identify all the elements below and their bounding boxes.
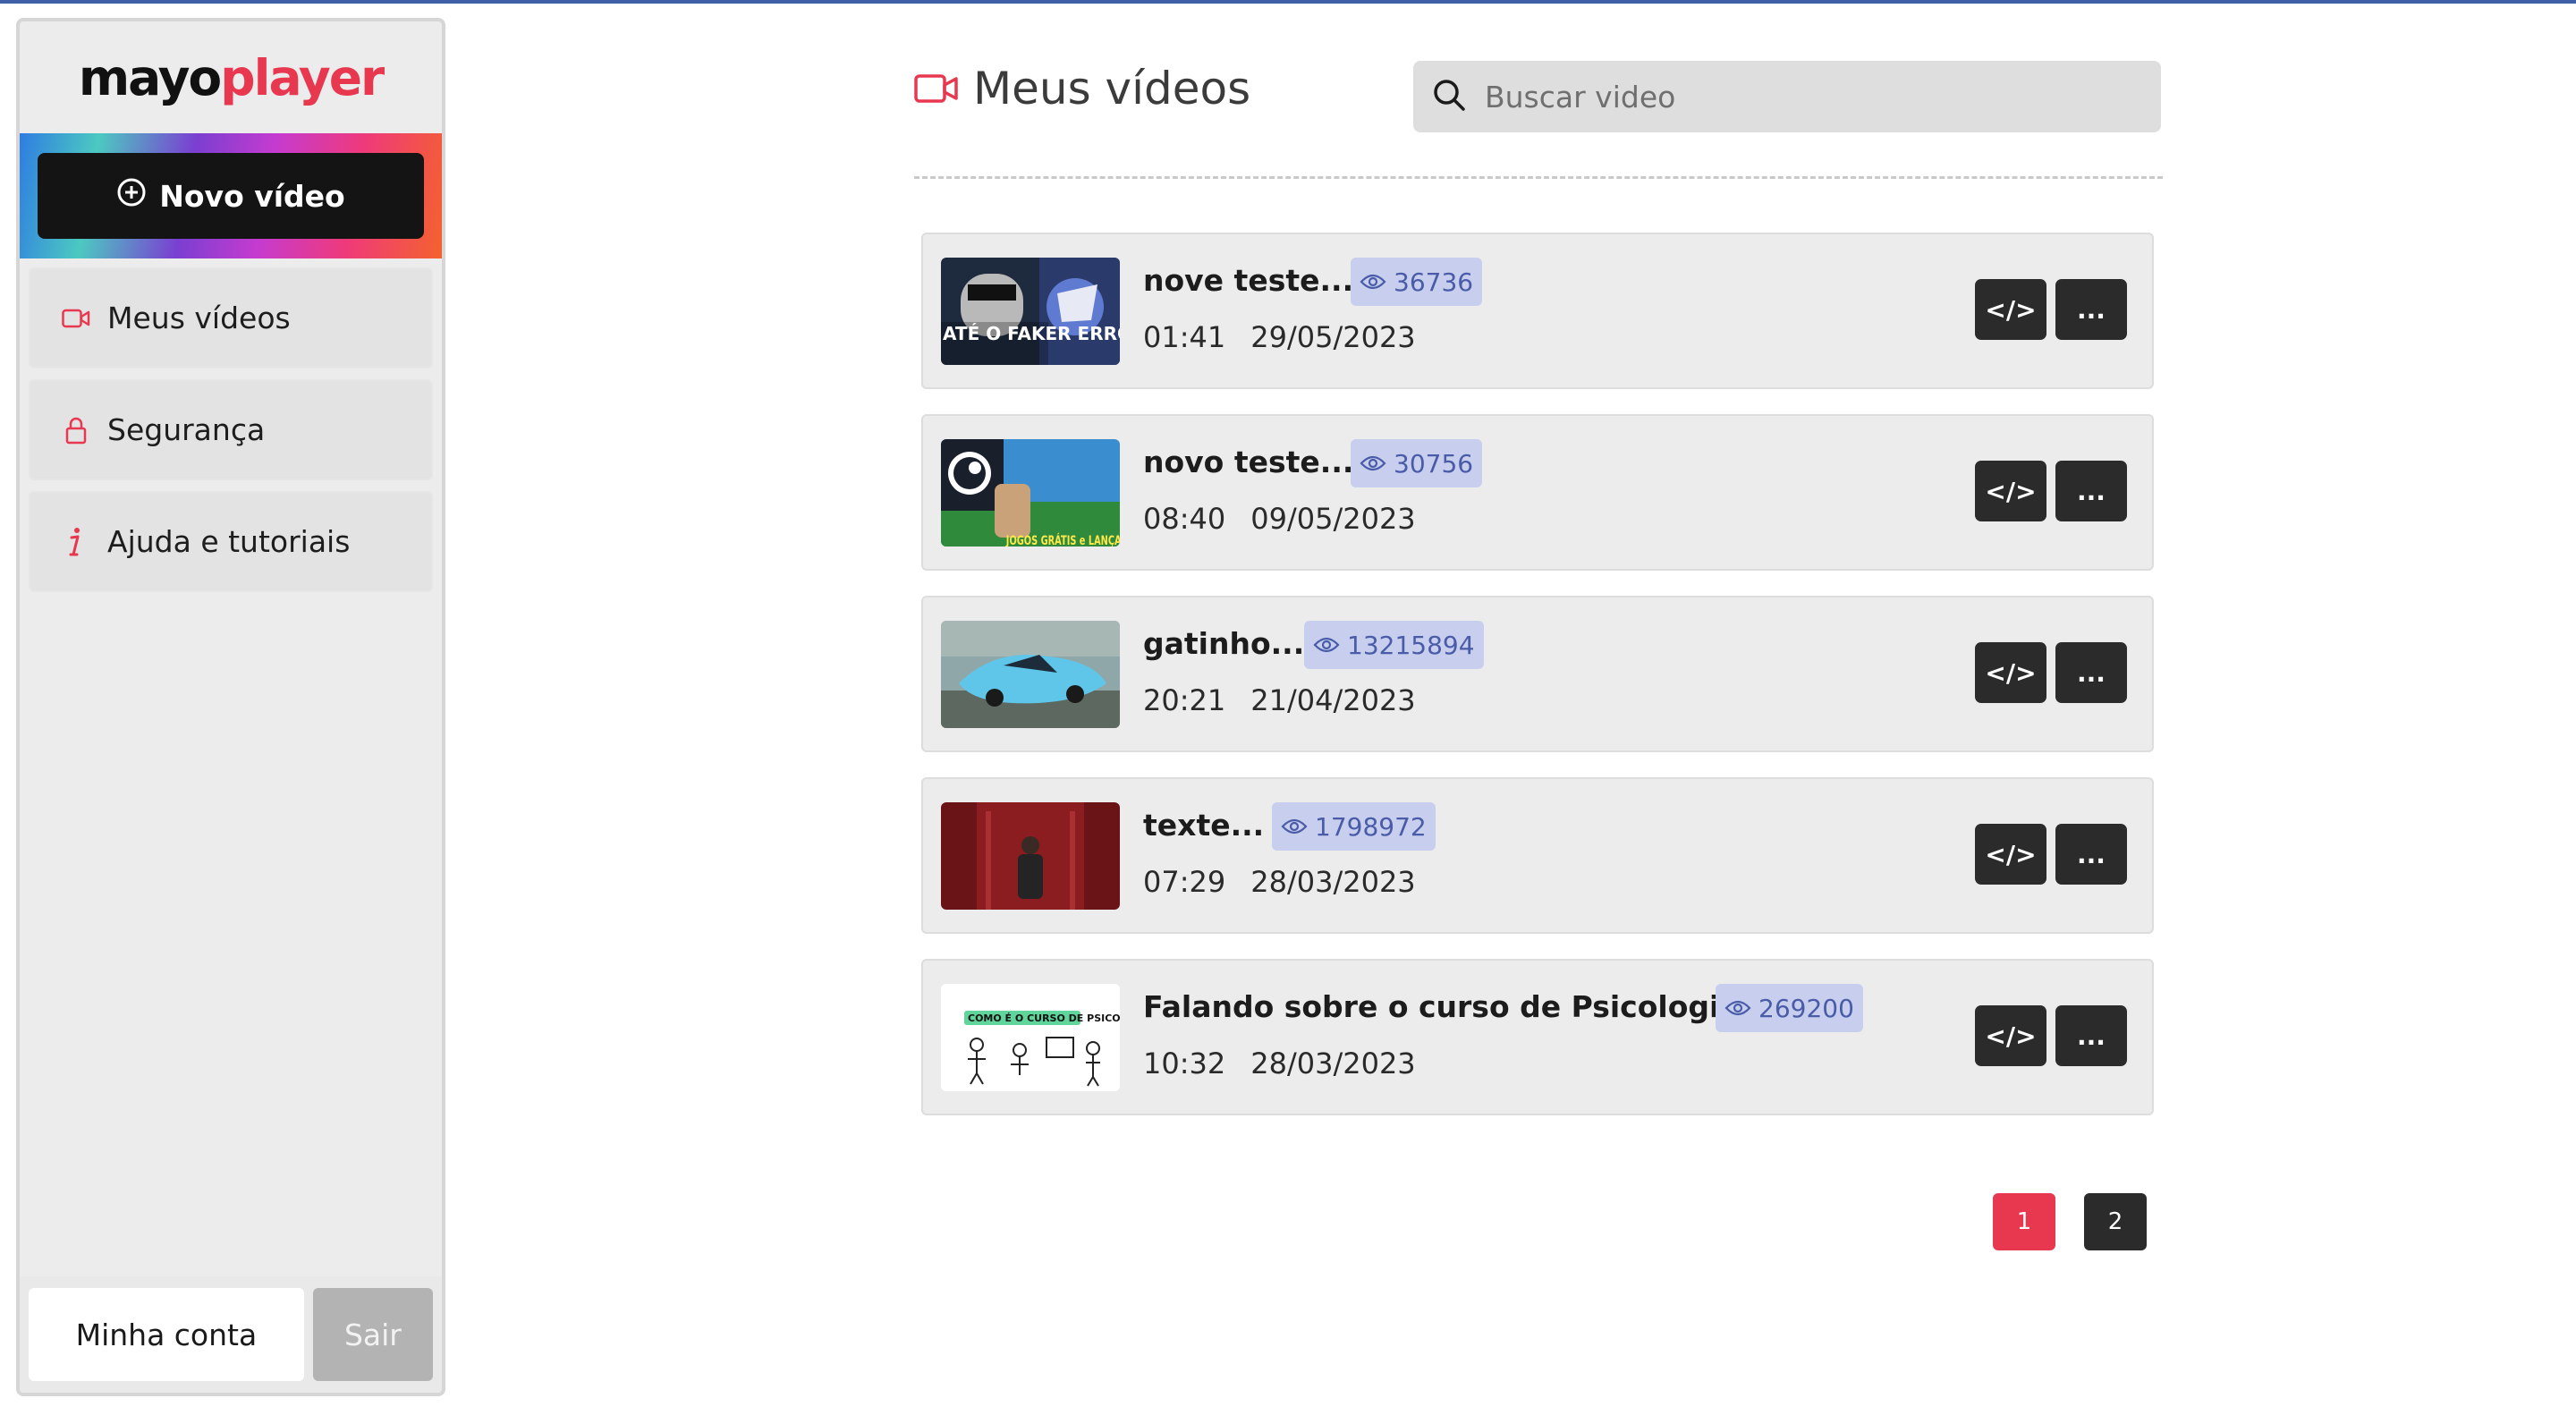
thumbnail-caption: JOGOS GRÁTIS e LANÇAMENTOS bbox=[1005, 532, 1120, 547]
embed-code-button[interactable]: </> bbox=[1975, 279, 2046, 340]
video-row[interactable]: COMO É O CURSO DE PSICOLOGIA? Falando so… bbox=[921, 959, 2154, 1115]
video-title[interactable]: nove teste... bbox=[1143, 263, 1353, 298]
video-thumbnail[interactable] bbox=[941, 802, 1120, 910]
video-camera-icon bbox=[61, 309, 91, 328]
video-duration: 01:41 bbox=[1143, 320, 1226, 354]
search-bar bbox=[1413, 61, 2161, 132]
sidebar-item-label: Segurança bbox=[107, 412, 266, 447]
thumbnail-caption: ATÉ O FAKER ERROU bbox=[943, 323, 1120, 344]
search-icon bbox=[1431, 77, 1467, 116]
embed-code-button[interactable]: </> bbox=[1975, 461, 2046, 521]
video-duration: 07:29 bbox=[1143, 865, 1226, 899]
video-thumbnail[interactable]: JOGOS GRÁTIS e LANÇAMENTOS bbox=[941, 439, 1120, 547]
video-thumbnail[interactable] bbox=[941, 621, 1120, 728]
brand-logo-part1: mayo bbox=[78, 48, 222, 106]
eye-icon bbox=[1724, 994, 1751, 1023]
views-badge: 36736 bbox=[1351, 258, 1483, 306]
sidebar-item-help[interactable]: Ajuda e tutoriais bbox=[29, 491, 433, 592]
views-count: 30756 bbox=[1394, 448, 1474, 479]
video-thumbnail[interactable]: ATÉ O FAKER ERROU bbox=[941, 258, 1120, 365]
sidebar: mayoplayer Novo vídeo Meus vídeos Segura… bbox=[16, 18, 445, 1396]
video-title[interactable]: novo teste... bbox=[1143, 445, 1353, 479]
more-options-button[interactable]: ... bbox=[2055, 1005, 2127, 1066]
brand-logo-part2: player bbox=[220, 48, 385, 106]
video-row[interactable]: JOGOS GRÁTIS e LANÇAMENTOS novo teste...… bbox=[921, 414, 2154, 571]
logout-button[interactable]: Sair bbox=[312, 1288, 433, 1381]
views-count: 13215894 bbox=[1347, 630, 1475, 660]
video-meta: 20:21 21/04/2023 bbox=[1143, 683, 1416, 717]
video-camera-icon bbox=[914, 63, 959, 114]
new-video-button[interactable]: Novo vídeo bbox=[38, 153, 424, 239]
more-options-button[interactable]: ... bbox=[2055, 279, 2127, 340]
views-badge: 269200 bbox=[1716, 984, 1863, 1032]
top-border bbox=[0, 0, 2576, 4]
video-title[interactable]: gatinho... bbox=[1143, 626, 1304, 661]
sidebar-item-my-videos[interactable]: Meus vídeos bbox=[29, 267, 433, 369]
embed-code-button[interactable]: </> bbox=[1975, 642, 2046, 703]
video-thumbnail[interactable]: COMO É O CURSO DE PSICOLOGIA? bbox=[941, 984, 1120, 1091]
video-row[interactable]: texte... 1798972 07:29 28/03/2023 </> ..… bbox=[921, 777, 2154, 934]
page-1-button[interactable]: 1 bbox=[1993, 1193, 2055, 1250]
views-badge: 13215894 bbox=[1304, 621, 1484, 669]
thumbnail-caption: COMO É O CURSO DE PSICOLOGIA? bbox=[968, 1013, 1120, 1024]
video-date: 28/03/2023 bbox=[1250, 865, 1416, 899]
more-options-button[interactable]: ... bbox=[2055, 461, 2127, 521]
more-options-button[interactable]: ... bbox=[2055, 642, 2127, 703]
sidebar-nav: Meus vídeos Segurança Ajuda e tutoriais bbox=[20, 258, 442, 592]
video-meta: 08:40 09/05/2023 bbox=[1143, 502, 1416, 536]
info-icon bbox=[61, 527, 91, 557]
video-row[interactable]: ATÉ O FAKER ERROU nove teste... 36736 01… bbox=[921, 233, 2154, 389]
sidebar-item-label: Ajuda e tutoriais bbox=[107, 524, 351, 559]
plus-circle-icon bbox=[116, 177, 147, 215]
video-meta: 10:32 28/03/2023 bbox=[1143, 1046, 1416, 1080]
eye-icon bbox=[1281, 812, 1308, 842]
eye-icon bbox=[1313, 631, 1340, 660]
sidebar-item-label: Meus vídeos bbox=[107, 301, 291, 335]
new-video-label: Novo vídeo bbox=[159, 178, 345, 214]
new-video-banner: Novo vídeo bbox=[20, 133, 442, 258]
video-title[interactable]: texte... bbox=[1143, 808, 1264, 843]
video-meta: 07:29 28/03/2023 bbox=[1143, 865, 1416, 899]
page-title: Meus vídeos bbox=[914, 63, 1250, 114]
lock-icon bbox=[61, 416, 91, 445]
video-duration: 10:32 bbox=[1143, 1046, 1226, 1080]
eye-icon bbox=[1360, 267, 1386, 297]
my-account-button[interactable]: Minha conta bbox=[29, 1288, 304, 1381]
video-row[interactable]: gatinho... 13215894 20:21 21/04/2023 </>… bbox=[921, 596, 2154, 752]
embed-code-button[interactable]: </> bbox=[1975, 1005, 2046, 1066]
account-bar: Minha conta Sair bbox=[20, 1276, 442, 1393]
views-badge: 30756 bbox=[1351, 439, 1483, 487]
brand-logo[interactable]: mayoplayer bbox=[78, 48, 385, 106]
video-title[interactable]: Falando sobre o curso de Psicologia... bbox=[1143, 989, 1773, 1024]
views-badge: 1798972 bbox=[1272, 802, 1436, 851]
more-options-button[interactable]: ... bbox=[2055, 824, 2127, 885]
search-input[interactable] bbox=[1483, 78, 2113, 115]
video-duration: 08:40 bbox=[1143, 502, 1226, 536]
video-date: 28/03/2023 bbox=[1250, 1046, 1416, 1080]
video-duration: 20:21 bbox=[1143, 683, 1226, 717]
embed-code-button[interactable]: </> bbox=[1975, 824, 2046, 885]
page-2-button[interactable]: 2 bbox=[2084, 1193, 2147, 1250]
sidebar-item-security[interactable]: Segurança bbox=[29, 379, 433, 480]
views-count: 1798972 bbox=[1315, 811, 1427, 842]
header-divider bbox=[914, 176, 2163, 179]
video-date: 29/05/2023 bbox=[1250, 320, 1416, 354]
views-count: 36736 bbox=[1394, 267, 1474, 297]
video-meta: 01:41 29/05/2023 bbox=[1143, 320, 1416, 354]
logo-area: mayoplayer bbox=[20, 21, 442, 133]
eye-icon bbox=[1360, 449, 1386, 479]
page-title-text: Meus vídeos bbox=[973, 63, 1251, 114]
video-date: 09/05/2023 bbox=[1250, 502, 1416, 536]
views-count: 269200 bbox=[1758, 993, 1854, 1023]
video-date: 21/04/2023 bbox=[1250, 683, 1416, 717]
